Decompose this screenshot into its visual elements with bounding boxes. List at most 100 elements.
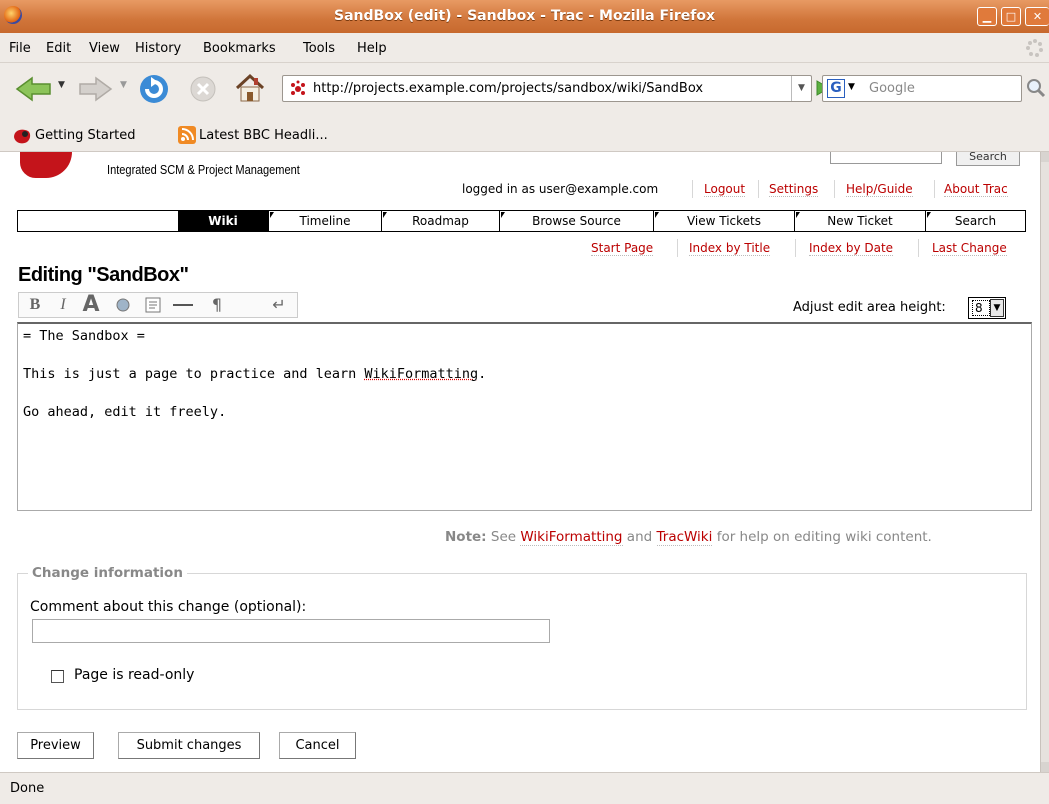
back-button[interactable] [14,75,54,103]
paragraph-icon[interactable]: ¶ [203,295,231,315]
minimize-button[interactable]: ▁ [977,7,997,26]
scroll-up-icon[interactable] [1041,152,1049,162]
index-by-title-link[interactable]: Index by Title [689,241,771,256]
italic-icon[interactable]: I [49,295,77,315]
tab-label: Roadmap [412,214,469,228]
read-only-label[interactable]: Page is read-only [74,667,194,683]
top-search-button[interactable]: Search [956,152,1020,166]
edit-height-select[interactable]: 8 ▼ [968,297,1006,319]
horizontal-rule-icon[interactable] [169,295,197,315]
settings-link[interactable]: Settings [769,182,819,197]
tab-label: Timeline [299,214,351,228]
ctxnav-separator [918,239,919,257]
url-history-dropdown-icon[interactable]: ▼ [791,76,811,101]
comment-label: Comment about this change (optional): [30,599,307,615]
menu-edit[interactable]: Edit [46,41,71,56]
page-scrollbar[interactable] [1040,152,1049,772]
bookmark-getting-started[interactable]: Getting Started [35,128,136,143]
tracwiki-link[interactable]: TracWiki [656,529,713,546]
bookmark-bbc-headlines[interactable]: Latest BBC Headli... [199,128,328,143]
search-engine-selector[interactable]: G ▼ [827,79,857,99]
metanav-separator [834,180,835,198]
help-guide-link[interactable]: Help/Guide [846,182,913,197]
cancel-button[interactable]: Cancel [279,732,356,759]
editor-line: = The Sandbox = [23,328,145,344]
forward-history-dropdown-icon[interactable]: ▼ [120,80,127,90]
status-text: Done [10,781,45,796]
url-bar[interactable]: http://projects.example.com/projects/san… [282,75,812,102]
page-title: Editing "SandBox" [18,264,189,286]
search-icon[interactable] [1026,77,1046,99]
code-block-icon[interactable] [139,295,167,315]
submit-changes-button[interactable]: Submit changes [118,732,260,759]
metanav-separator [934,180,935,198]
menu-file[interactable]: File [9,41,31,56]
heading-icon[interactable]: A [77,294,105,316]
forward-button[interactable] [78,75,114,103]
editor-line: Go ahead, edit it freely. [23,404,227,420]
url-text: http://projects.example.com/projects/san… [313,81,704,96]
close-button[interactable]: ✕ [1025,7,1049,26]
scroll-down-icon[interactable] [1041,762,1049,772]
logout-link[interactable]: Logout [704,182,746,197]
tab-wiki[interactable]: Wiki [178,211,268,231]
tab-label: View Tickets [686,214,762,228]
read-only-checkbox[interactable] [51,670,64,683]
line-break-icon[interactable]: ↵ [265,295,293,315]
main-navigation: Wiki Timeline Roadmap Browse Source View… [17,210,1026,232]
tab-search[interactable]: Search [925,211,1025,231]
stop-button[interactable] [188,74,218,104]
menu-view[interactable]: View [89,41,120,56]
bold-icon[interactable]: B [21,295,49,315]
trac-tagline: Integrated SCM & Project Management [107,162,300,177]
menu-tools[interactable]: Tools [303,41,335,56]
wikiformatting-link[interactable]: WikiFormatting [520,529,623,546]
about-trac-link[interactable]: About Trac [944,182,1008,197]
last-change-link[interactable]: Last Change [932,241,1007,256]
preview-button[interactable]: Preview [17,732,94,759]
back-history-dropdown-icon[interactable]: ▼ [58,80,65,90]
menu-help[interactable]: Help [357,41,387,56]
window-title: SandBox (edit) - Sandbox - Trac - Mozill… [334,8,715,24]
home-button[interactable] [233,71,267,105]
throbber-icon [1026,39,1043,57]
link-icon[interactable] [109,295,137,315]
tab-label: Search [954,214,997,228]
note-text: and [626,529,653,545]
editor-line: This is just a page to practice and lear… [23,366,487,382]
search-bar[interactable]: G ▼ Google [822,75,1022,102]
change-information-legend: Change information [28,565,187,581]
menu-bookmarks[interactable]: Bookmarks [203,41,276,56]
tab-browse-source[interactable]: Browse Source [499,211,653,231]
ctxnav-separator [795,239,796,257]
start-page-link[interactable]: Start Page [591,241,654,256]
change-information-fieldset: Change information Comment about this ch… [17,565,1027,710]
index-by-date-link[interactable]: Index by Date [809,241,894,256]
comment-input[interactable] [32,619,550,643]
top-search-input[interactable] [830,152,942,164]
tab-new-ticket[interactable]: New Ticket [794,211,925,231]
window-titlebar[interactable]: SandBox (edit) - Sandbox - Trac - Mozill… [0,0,1049,33]
tab-corner-icon [383,212,387,218]
help-note: Note: See WikiFormatting and TracWiki fo… [445,529,932,546]
tab-timeline[interactable]: Timeline [268,211,381,231]
tab-label: Browse Source [532,214,621,228]
tab-view-tickets[interactable]: View Tickets [653,211,794,231]
wiki-text-editor[interactable]: = The Sandbox = This is just a page to p… [17,322,1032,511]
chevron-down-icon: ▼ [848,82,855,92]
tab-corner-icon [501,212,505,218]
ctxnav-separator [677,239,678,257]
tab-label: New Ticket [827,214,893,228]
status-bar: Done [0,772,1049,804]
wikiformatting-word: WikiFormatting [364,366,479,382]
menu-history[interactable]: History [135,41,181,56]
metanav-separator [692,180,693,198]
note-text: See [490,529,517,545]
maximize-button[interactable]: □ [1001,7,1021,26]
trac-logo[interactable] [20,152,72,178]
reload-button[interactable] [137,72,171,106]
firefox-bookmark-icon [14,129,31,144]
tab-roadmap[interactable]: Roadmap [381,211,499,231]
